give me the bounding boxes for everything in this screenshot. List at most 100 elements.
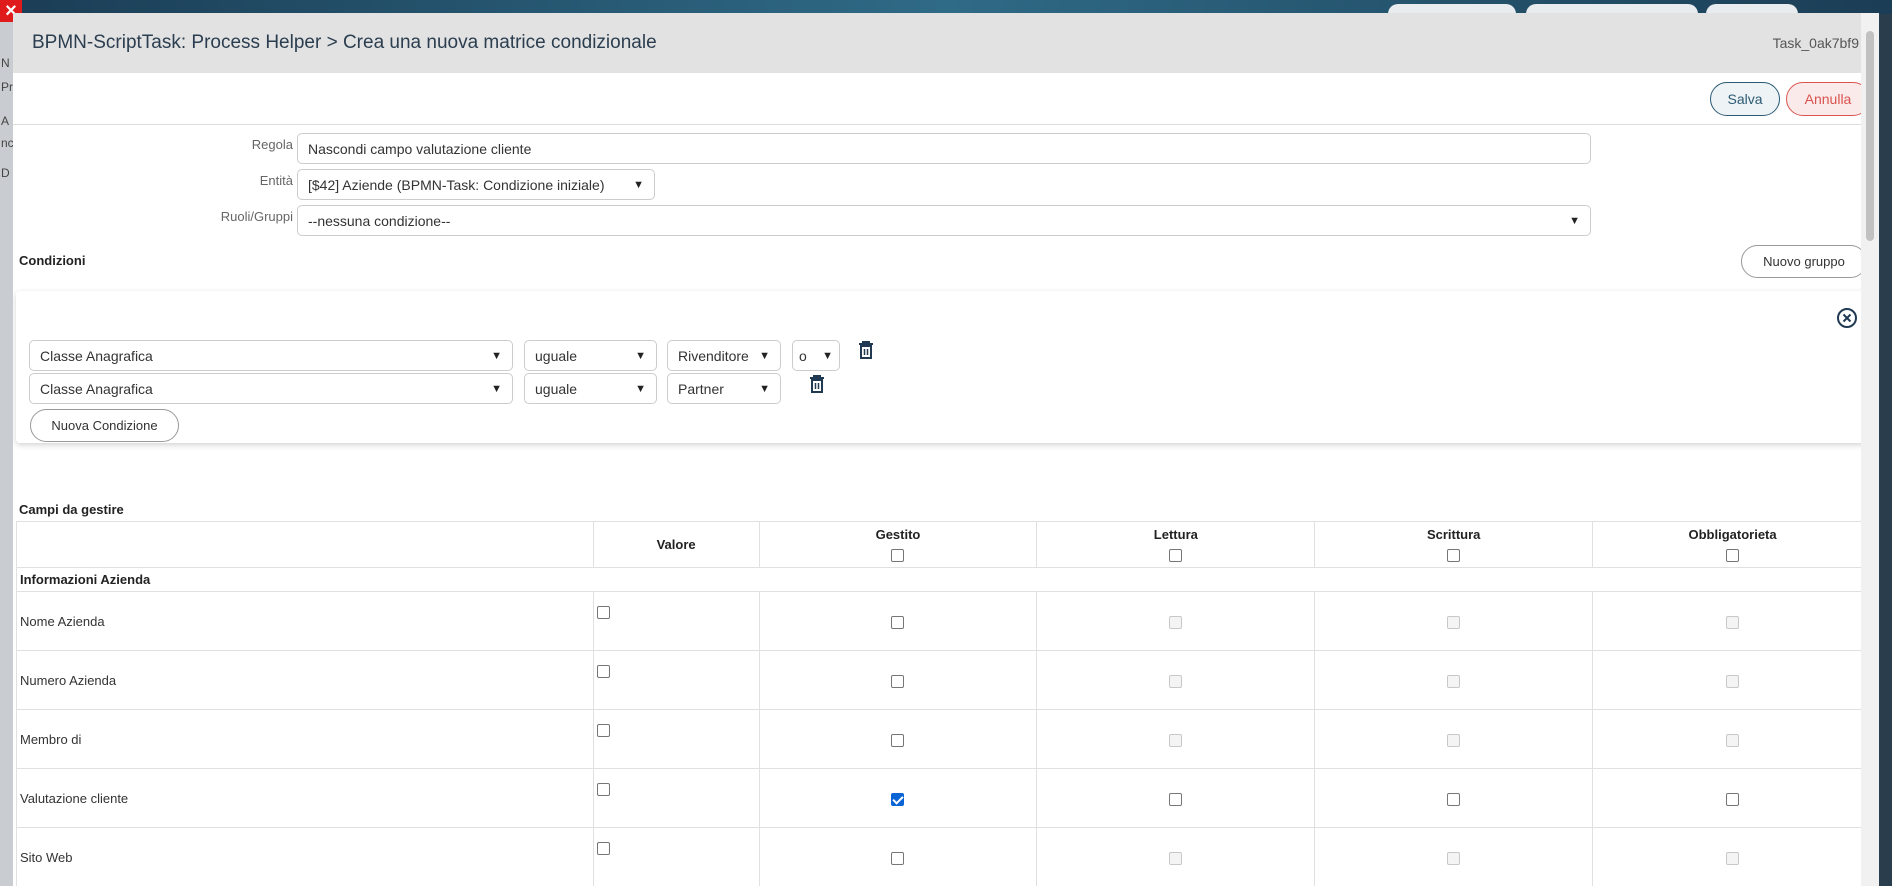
read-checkbox	[1169, 851, 1183, 865]
write-checkbox	[1447, 733, 1461, 747]
trash-icon[interactable]	[809, 375, 825, 393]
read-cell	[1036, 768, 1316, 828]
write-checkbox	[1447, 615, 1461, 629]
condition-operator-select[interactable]: uguale ▼	[524, 340, 657, 371]
condition-field-select[interactable]: Classe Anagrafica ▼	[29, 373, 513, 404]
table-row: Sito Web	[16, 827, 1873, 886]
condition-value-select[interactable]: Rivenditore ▼	[667, 340, 781, 371]
read-checkbox	[1169, 733, 1183, 747]
select-all-write-checkbox[interactable]	[1447, 548, 1461, 562]
modal-title: BPMN-ScriptTask: Process Helper > Crea u…	[32, 32, 657, 53]
value-checkbox[interactable]	[596, 606, 610, 620]
managed-cell	[758, 650, 1038, 710]
chevron-down-icon: ▼	[635, 382, 646, 395]
chevron-down-icon: ▼	[1569, 214, 1580, 227]
write-checkbox[interactable]	[1447, 792, 1461, 806]
conditions-title: Condizioni	[19, 253, 86, 268]
required-cell	[1592, 709, 1873, 769]
modal-header: BPMN-ScriptTask: Process Helper > Crea u…	[13, 13, 1879, 73]
rule-input-value: Nascondi campo valutazione cliente	[308, 140, 532, 157]
write-cell	[1314, 709, 1594, 769]
condition-field-value: Classe Anagrafica	[40, 380, 153, 397]
chevron-down-icon: ▼	[759, 382, 770, 395]
select-all-read-checkbox[interactable]	[1169, 548, 1183, 562]
cancel-button[interactable]: Annulla	[1786, 82, 1870, 116]
required-cell	[1592, 650, 1873, 710]
condition-value-select[interactable]: Partner ▼	[667, 373, 781, 404]
header-required: Obbligatorieta	[1592, 521, 1873, 568]
fields-table: Valore Gestito Lettura Scrittura Obbliga…	[16, 521, 1873, 886]
group-label: Informazioni Azienda	[16, 567, 1873, 592]
new-group-button[interactable]: Nuovo gruppo	[1741, 245, 1867, 278]
condition-field-value: Classe Anagrafica	[40, 347, 153, 364]
background-text: nc	[1, 136, 14, 150]
field-name: Membro di	[16, 709, 594, 769]
header-write: Scrittura	[1314, 521, 1594, 568]
header-name	[16, 521, 594, 568]
chevron-down-icon: ▼	[491, 349, 502, 362]
save-button[interactable]: Salva	[1710, 82, 1780, 116]
table-row: Valutazione cliente	[16, 768, 1873, 828]
read-cell	[1036, 709, 1316, 769]
header-value: Valore	[592, 521, 760, 568]
field-name: Sito Web	[16, 827, 594, 886]
new-condition-button[interactable]: Nuova Condizione	[30, 409, 179, 442]
header-managed-label: Gestito	[875, 527, 921, 543]
header-write-label: Scrittura	[1426, 527, 1481, 543]
roles-select[interactable]: --nessuna condizione-- ▼	[297, 205, 1591, 236]
read-cell	[1036, 650, 1316, 710]
scrollbar-thumb[interactable]	[1866, 31, 1874, 241]
required-cell	[1592, 768, 1873, 828]
header-read: Lettura	[1036, 521, 1316, 568]
managed-checkbox[interactable]	[891, 615, 905, 629]
background-text: D	[1, 166, 10, 180]
table-row: Membro di	[16, 709, 1873, 769]
managed-checkbox[interactable]	[891, 792, 905, 806]
value-checkbox[interactable]	[596, 783, 610, 797]
task-id: Task_0ak7bf9	[1772, 35, 1859, 51]
managed-checkbox[interactable]	[891, 851, 905, 865]
write-cell	[1314, 827, 1594, 886]
required-cell	[1592, 827, 1873, 886]
chevron-down-icon: ▼	[822, 349, 833, 362]
managed-cell	[758, 709, 1038, 769]
required-checkbox	[1726, 615, 1740, 629]
select-all-managed-checkbox[interactable]	[891, 548, 905, 562]
background-text: Pr	[1, 80, 13, 94]
write-cell	[1314, 768, 1594, 828]
value-checkbox[interactable]	[596, 724, 610, 738]
managed-cell	[758, 768, 1038, 828]
remove-group-icon[interactable]	[1836, 307, 1858, 329]
trash-icon[interactable]	[858, 341, 874, 359]
roles-select-value: --nessuna condizione--	[308, 212, 451, 229]
select-all-required-checkbox[interactable]	[1726, 548, 1740, 562]
rule-input[interactable]: Nascondi campo valutazione cliente	[297, 133, 1591, 164]
required-checkbox[interactable]	[1726, 792, 1740, 806]
condition-join-select[interactable]: o ▼	[792, 340, 840, 371]
read-cell	[1036, 827, 1316, 886]
managed-cell	[758, 591, 1038, 651]
value-cell	[592, 827, 760, 886]
read-cell	[1036, 591, 1316, 651]
read-checkbox	[1169, 674, 1183, 688]
condition-value-value: Partner	[678, 380, 724, 397]
condition-field-select[interactable]: Classe Anagrafica ▼	[29, 340, 513, 371]
header-read-label: Lettura	[1153, 527, 1198, 543]
header-managed: Gestito	[758, 521, 1038, 568]
fields-title: Campi da gestire	[19, 502, 124, 517]
value-checkbox[interactable]	[596, 842, 610, 856]
value-checkbox[interactable]	[596, 665, 610, 679]
condition-operator-select[interactable]: uguale ▼	[524, 373, 657, 404]
write-cell	[1314, 650, 1594, 710]
roles-label: Ruoli/Gruppi	[220, 209, 293, 224]
modal-dialog: BPMN-ScriptTask: Process Helper > Crea u…	[13, 13, 1879, 886]
value-cell	[592, 650, 760, 710]
managed-cell	[758, 827, 1038, 886]
read-checkbox	[1169, 615, 1183, 629]
read-checkbox[interactable]	[1169, 792, 1183, 806]
scrollbar[interactable]	[1861, 13, 1879, 886]
entity-label: Entità	[259, 173, 293, 188]
entity-select[interactable]: [$42] Aziende (BPMN-Task: Condizione ini…	[297, 169, 655, 200]
managed-checkbox[interactable]	[891, 674, 905, 688]
managed-checkbox[interactable]	[891, 733, 905, 747]
